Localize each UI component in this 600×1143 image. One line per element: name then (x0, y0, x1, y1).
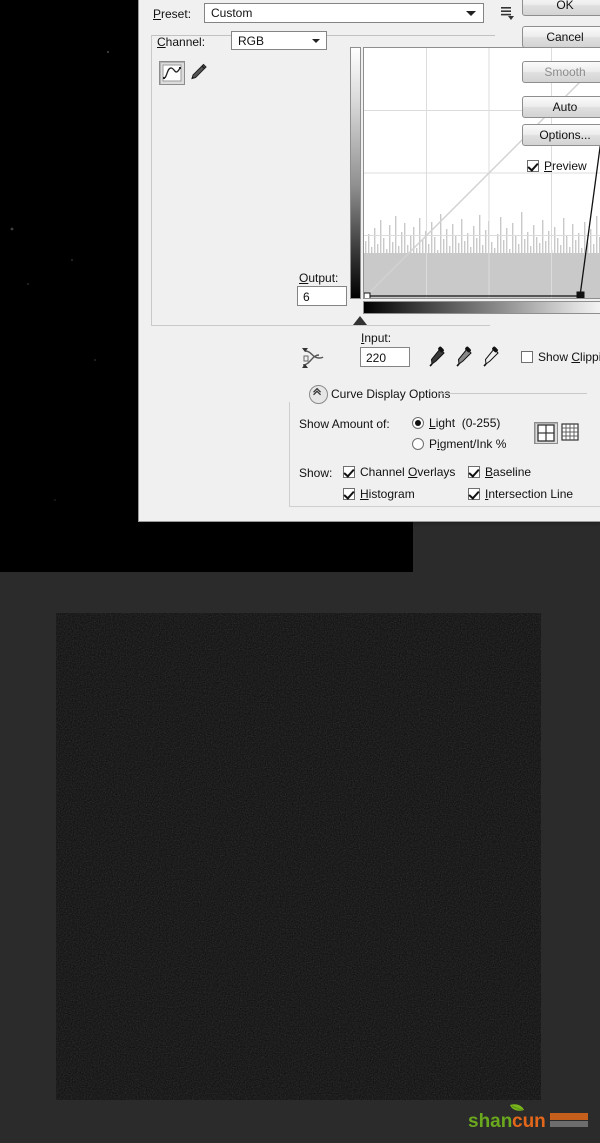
ok-button[interactable]: OK (522, 0, 600, 16)
preset-label: Preset: (153, 7, 192, 21)
preview-label: Preview (544, 159, 587, 173)
section-divider (439, 393, 587, 394)
channel-overlays-label: Channel Overlays (360, 465, 456, 479)
checkbox-box (468, 488, 480, 500)
checkbox-box (521, 351, 533, 363)
radio-light[interactable]: Light (0-255) (412, 416, 500, 430)
show-amount-of-label: Show Amount of: (299, 417, 390, 431)
show-clipping-checkbox[interactable]: Show Clipping (521, 350, 600, 364)
radio-light-label: Light (0-255) (429, 416, 501, 430)
radio-dot (412, 438, 424, 450)
input-label: Input: (361, 331, 392, 345)
radio-dot (412, 417, 424, 429)
photo-canvas[interactable] (56, 613, 541, 1100)
radio-pigment-ink[interactable]: Pigment/Ink % (412, 437, 506, 451)
checkbox-intersection-line[interactable]: Intersection Line (468, 487, 573, 501)
chevron-down-icon (466, 11, 476, 16)
curve-point-black (364, 292, 371, 298)
preset-menu-icon[interactable] (499, 4, 517, 22)
pencil-icon[interactable] (187, 61, 209, 83)
svg-text:shan: shan (468, 1111, 512, 1132)
checkbox-box (527, 160, 539, 172)
channel-label: Channel: (157, 35, 206, 49)
svg-text:cun: cun (512, 1111, 546, 1132)
noise-texture (56, 613, 541, 1100)
chevron-down-icon (312, 39, 320, 43)
preview-checkbox[interactable]: Preview (527, 159, 587, 173)
baseline-label: Baseline (485, 465, 532, 479)
show-label: Show: (299, 466, 333, 480)
channel-select[interactable]: RGB (231, 31, 327, 50)
checkbox-box (468, 466, 480, 478)
checkbox-box (343, 488, 355, 500)
smooth-button[interactable]: Smooth (522, 61, 600, 83)
show-clipping-label: Show Clipping (538, 350, 600, 364)
options-button[interactable]: Options... (522, 124, 600, 146)
grid-10x10-icon[interactable] (560, 422, 580, 442)
checkbox-baseline[interactable]: Baseline (468, 465, 531, 479)
output-label: Output: (299, 271, 339, 285)
preset-select[interactable]: Custom (204, 3, 484, 23)
eyedropper-white-point-icon[interactable] (481, 346, 501, 368)
curve-graph-svg[interactable] (364, 48, 600, 298)
histogram-label: Histogram (360, 487, 415, 501)
checkbox-histogram[interactable]: Histogram (343, 487, 415, 501)
curve-edit-icon[interactable] (159, 61, 185, 85)
watermark-logo: shan cun (468, 1104, 588, 1132)
output-gradient-ramp (350, 47, 361, 299)
input-gradient-ramp (363, 301, 600, 314)
black-point-slider[interactable] (353, 316, 367, 325)
curve-point-selected (576, 291, 585, 298)
eyedropper-gray-point-icon[interactable] (454, 346, 474, 368)
cancel-button[interactable]: Cancel (522, 26, 600, 48)
input-input[interactable]: 220 (360, 347, 410, 367)
checkbox-channel-overlays[interactable]: Channel Overlays (343, 465, 455, 479)
checkbox-box (343, 466, 355, 478)
auto-button[interactable]: Auto (522, 96, 600, 118)
channel-value: RGB (238, 34, 265, 48)
radio-pigment-label: Pigment/Ink % (429, 437, 507, 451)
eyedropper-black-point-icon[interactable] (427, 346, 447, 368)
output-input[interactable]: 6 (297, 286, 347, 306)
curve-display-options-title: Curve Display Options (331, 387, 451, 401)
grid-4x4-icon[interactable] (534, 422, 558, 444)
curve-display-options-header[interactable]: Curve Display Options (309, 385, 587, 404)
intersection-line-label: Intersection Line (485, 487, 574, 501)
preset-value: Custom (211, 6, 253, 20)
smooth-curve-points-icon[interactable] (299, 346, 325, 370)
curve-graph[interactable] (363, 47, 600, 299)
histogram-bars (364, 212, 600, 298)
